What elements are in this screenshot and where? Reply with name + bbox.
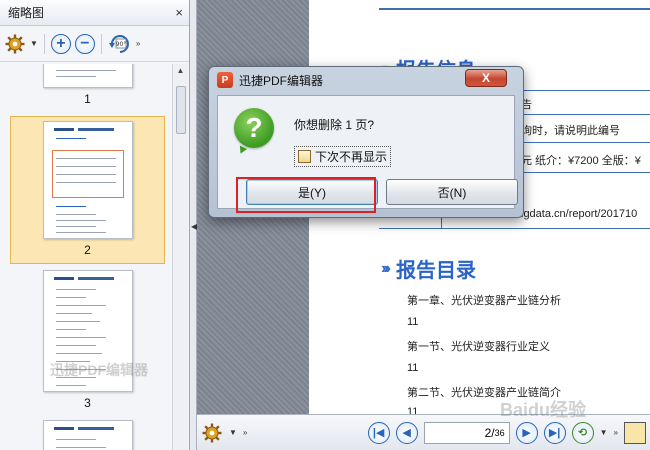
page-number-field[interactable]: 2/36 <box>423 421 510 444</box>
scrollbar-thumb[interactable] <box>176 86 186 134</box>
thumbnail-item[interactable]: 3 <box>10 270 165 410</box>
section-arrows-icon: ››› <box>381 259 391 277</box>
more-chevron-icon[interactable]: » <box>136 39 140 48</box>
dialog-close-button[interactable]: X <box>465 69 507 87</box>
section-title-toc: 报告目录 <box>395 260 476 282</box>
chevron-down-icon[interactable]: ▼ <box>229 428 237 437</box>
next-page-button[interactable]: ▶ <box>515 421 538 444</box>
current-page: 2 <box>484 425 492 440</box>
dont-show-again-checkbox[interactable] <box>298 150 311 163</box>
toc-item: 11 <box>407 406 419 414</box>
dialog-body: ? 你想删除 1 页? 下次不再显示 是(Y) 否(N) <box>217 95 518 209</box>
toc-item: 11 <box>407 316 419 328</box>
dont-show-again-label[interactable]: 下次不再显示 <box>315 148 387 165</box>
last-page-button[interactable]: ▶| <box>543 421 566 444</box>
scroll-up-icon[interactable]: ▲ <box>173 64 188 78</box>
zoom-out-button[interactable]: − <box>74 33 95 54</box>
page-layout-icon[interactable] <box>624 421 646 444</box>
thumbnail-page-preview <box>42 420 133 450</box>
thumbnail-item-selected[interactable]: 2 <box>10 116 165 264</box>
first-page-button[interactable]: |◀ <box>367 421 390 444</box>
thumbnail-page-preview <box>42 121 133 239</box>
thumbnail-page-preview <box>42 64 133 88</box>
delete-page-dialog: P 迅捷PDF编辑器 X ? 你想删除 1 页? 下次不再显示 是(Y) 否(N… <box>208 66 524 218</box>
panel-header: 缩略图 × <box>0 0 189 26</box>
gear-icon[interactable] <box>201 422 223 444</box>
dialog-button-row: 是(Y) 否(N) <box>218 176 518 208</box>
doc-text-line: igdata.cn/report/201710 <box>521 208 638 220</box>
no-button[interactable]: 否(N) <box>386 179 518 205</box>
total-pages: 36 <box>494 427 505 438</box>
toolbar-separator <box>100 33 102 54</box>
thumbnail-page-number: 1 <box>84 92 91 106</box>
dialog-question: 你想删除 1 页? <box>294 118 375 132</box>
watermark-right: Baidu经验 <box>500 400 587 420</box>
zoom-in-button[interactable]: + <box>50 33 71 54</box>
panel-close-button[interactable]: × <box>175 5 183 20</box>
yes-button[interactable]: 是(Y) <box>246 179 378 205</box>
thumbnail-item[interactable] <box>10 420 165 450</box>
previous-page-button[interactable]: ◀ <box>395 421 418 444</box>
panel-splitter[interactable]: ◀ <box>190 0 197 450</box>
thumbnail-toolbar: ▼ + − 90° » <box>0 26 189 62</box>
watermark-left: 迅捷PDF编辑器 <box>50 362 148 378</box>
thumbnail-item[interactable]: 1 <box>10 64 165 106</box>
thumbnail-panel: 缩略图 × ▼ + − 90° » 1 2 3 ▲ <box>0 0 190 450</box>
question-icon: ? <box>234 108 274 148</box>
toc-item: 11 <box>407 362 419 374</box>
dont-show-again-option[interactable]: 下次不再显示 <box>294 146 392 167</box>
app-logo-icon: P <box>217 72 233 88</box>
toc-item: 第一章、光伏逆变器产业链分析 <box>407 295 561 307</box>
panel-title: 缩略图 <box>8 6 45 20</box>
more-chevron-icon[interactable]: » <box>614 428 618 437</box>
thumbnail-scrollbar[interactable]: ▲ <box>172 64 188 450</box>
toolbar-separator <box>43 33 45 54</box>
thumbnail-page-number: 3 <box>84 396 91 410</box>
more-chevron-icon[interactable]: » <box>243 428 247 437</box>
rotate-icon[interactable]: 90° <box>108 33 132 55</box>
chevron-down-icon[interactable]: ▼ <box>30 39 38 48</box>
thumbnail-page-number: 2 <box>84 243 91 257</box>
dialog-title: 迅捷PDF编辑器 <box>239 73 324 88</box>
thumbnail-list[interactable]: 1 2 3 <box>0 64 172 450</box>
gear-icon[interactable] <box>4 33 26 55</box>
chevron-down-icon[interactable]: ▼ <box>600 428 608 437</box>
back-view-button[interactable]: ⟲ <box>571 421 594 444</box>
doc-text-line: 元 纸介：¥7200 全版：¥ <box>521 155 641 167</box>
doc-text-line: 询时，请说明此编号 <box>521 125 620 137</box>
toc-item: 第一节、光伏逆变器行业定义 <box>407 341 550 353</box>
svg-text:90°: 90° <box>116 41 127 48</box>
